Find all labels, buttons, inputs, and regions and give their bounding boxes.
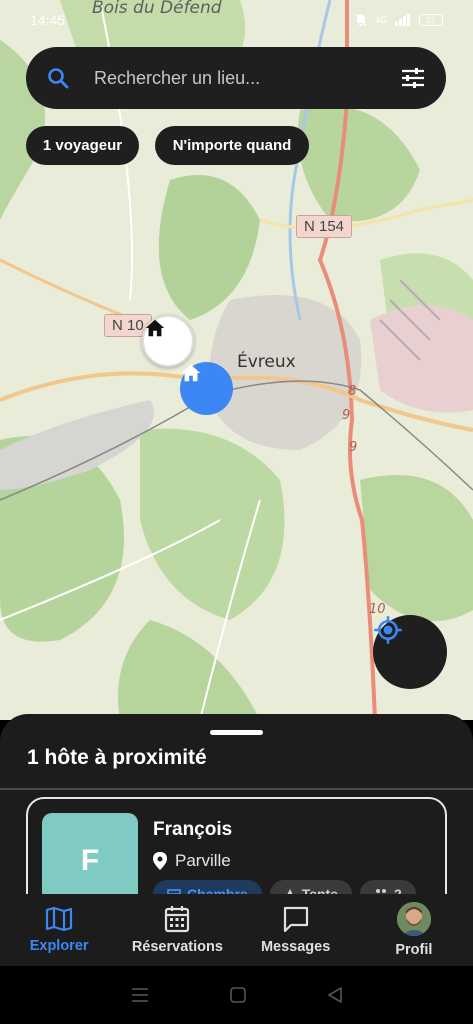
- results-sheet[interactable]: 1 hôte à proximité F François Parville C…: [0, 714, 473, 894]
- status-time: 14:45: [30, 12, 66, 28]
- nav-reservations[interactable]: Réservations: [118, 894, 236, 966]
- recents-icon[interactable]: [131, 987, 149, 1003]
- bottom-nav: Explorer Réservations Messages Profil: [0, 894, 473, 966]
- host-avatar: F: [42, 813, 138, 894]
- map-city-label: Évreux: [237, 352, 296, 372]
- battery-level: 57: [426, 15, 436, 25]
- my-location-button[interactable]: [373, 615, 447, 689]
- host-card[interactable]: F François Parville Chambre Tente 2: [26, 797, 447, 894]
- divider: [0, 788, 473, 790]
- nav-messages[interactable]: Messages: [237, 894, 355, 966]
- my-location-icon: [374, 616, 402, 644]
- host-name: François: [153, 819, 233, 840]
- back-icon[interactable]: [327, 987, 343, 1003]
- chat-icon: [283, 906, 308, 933]
- calendar-icon: [165, 906, 190, 933]
- results-count-title: 1 hôte à proximité: [27, 746, 207, 769]
- road-km-label: 9: [342, 408, 351, 423]
- tag-room-label: Chambre: [187, 886, 248, 894]
- travelers-chip[interactable]: 1 voyageur: [26, 126, 139, 165]
- search-input[interactable]: [94, 67, 400, 89]
- host-location: Parville: [153, 851, 231, 871]
- host-location-label: Parville: [175, 851, 231, 870]
- filter-icon[interactable]: [400, 66, 426, 90]
- battery-icon: 57: [419, 14, 443, 26]
- tag-guests: 2: [360, 880, 416, 894]
- road-shield-n154: N 154: [296, 215, 353, 238]
- map-icon: [46, 906, 73, 932]
- road-km-label: 9: [349, 440, 358, 455]
- system-nav-bar: [0, 966, 473, 1024]
- nav-explorer[interactable]: Explorer: [0, 894, 118, 966]
- nav-profile[interactable]: Profil: [355, 894, 473, 966]
- home-icon: [181, 364, 201, 382]
- signal-icon: [395, 14, 410, 26]
- status-icons: 4G 57: [355, 13, 443, 27]
- host-tags: Chambre Tente 2: [153, 880, 416, 894]
- tag-tent: Tente: [269, 880, 352, 894]
- host-marker[interactable]: [142, 315, 194, 367]
- search-icon: [48, 68, 69, 89]
- mute-bell-icon: [355, 13, 367, 27]
- avatar: [396, 902, 431, 936]
- road-km-label: 8: [348, 384, 357, 399]
- tag-room: Chambre: [153, 880, 262, 894]
- home-icon: [145, 319, 165, 337]
- nav-explorer-label: Explorer: [29, 938, 89, 954]
- home-button-icon[interactable]: [229, 987, 246, 1003]
- tag-guests-label: 2: [394, 886, 402, 894]
- sheet-drag-handle[interactable]: [210, 730, 263, 735]
- tag-tent-label: Tente: [301, 886, 338, 894]
- dates-chip[interactable]: N'importe quand: [155, 126, 309, 165]
- status-bar: 14:45 4G 57: [0, 0, 473, 40]
- nav-profile-label: Profil: [395, 942, 433, 958]
- nav-reservations-label: Réservations: [131, 939, 223, 955]
- profile-photo: [396, 902, 431, 936]
- search-bar[interactable]: [26, 47, 446, 109]
- selected-host-marker[interactable]: [180, 362, 233, 415]
- location-pin-icon: [153, 852, 167, 870]
- nav-messages-label: Messages: [260, 939, 331, 955]
- network-type: 4G: [374, 15, 387, 25]
